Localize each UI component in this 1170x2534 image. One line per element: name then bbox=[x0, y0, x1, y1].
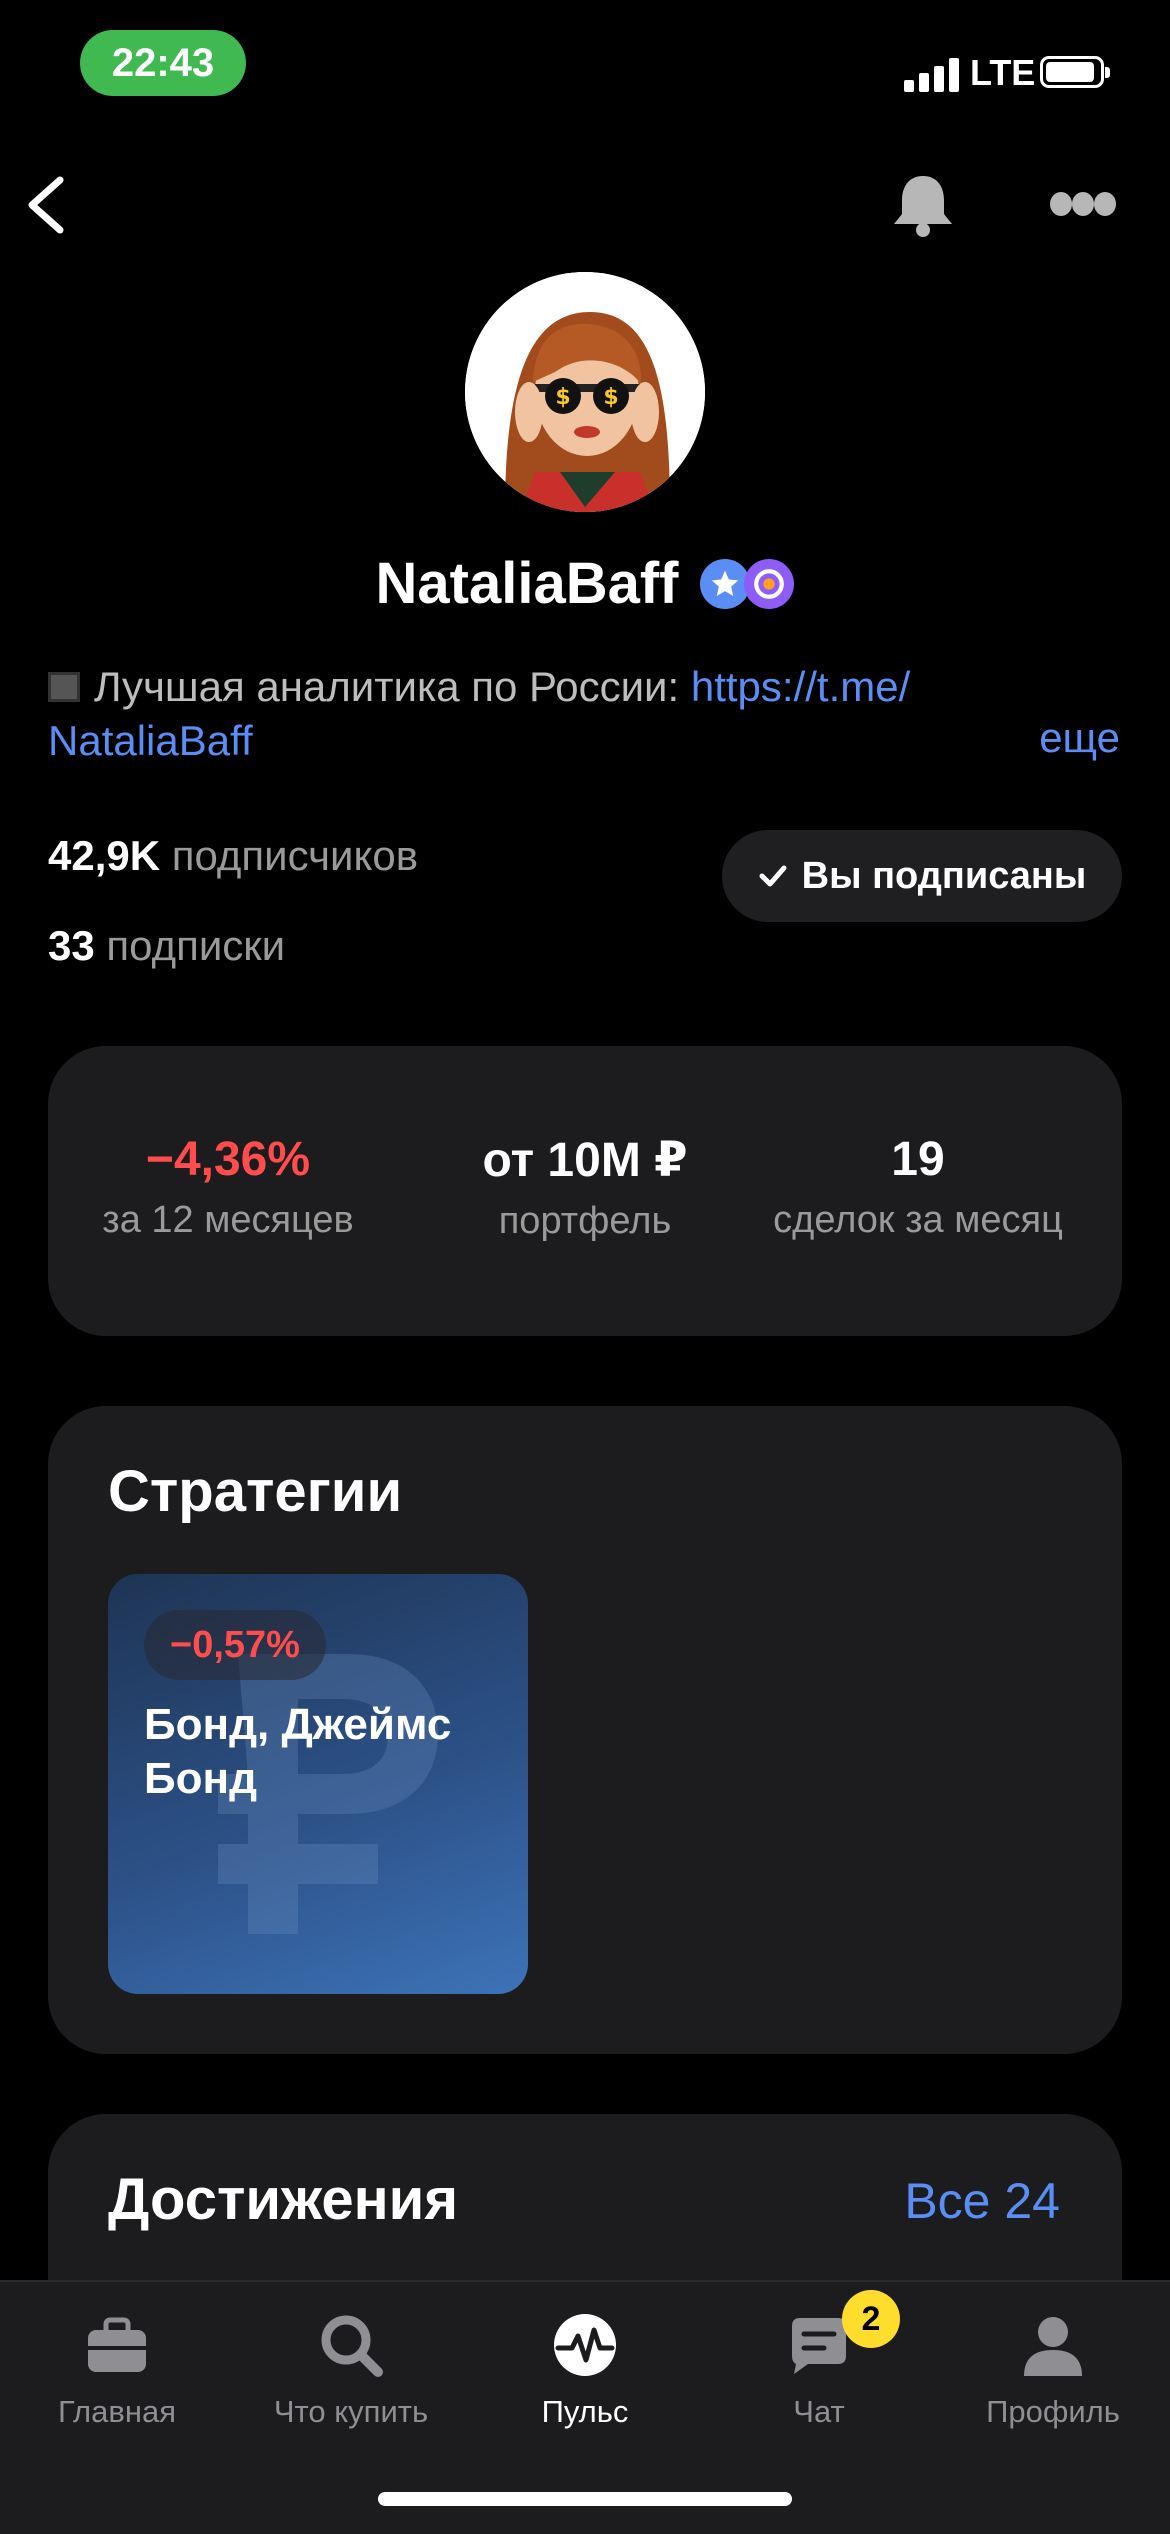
network-type: LTE bbox=[970, 52, 1036, 93]
strategies-title: Стратегии bbox=[108, 1459, 403, 1524]
search-icon bbox=[321, 2315, 383, 2377]
checkmark-icon bbox=[759, 865, 787, 887]
following-label: подписки bbox=[94, 922, 286, 969]
username: NataliaBaff bbox=[375, 551, 679, 616]
followers-label: подписчиков bbox=[160, 832, 419, 879]
stat-yield: −4,36% за 12 месяцев bbox=[88, 1132, 368, 1242]
following-stat[interactable]: 33 подписки bbox=[48, 922, 285, 970]
following-count: 33 bbox=[48, 922, 95, 969]
back-button[interactable] bbox=[20, 170, 80, 240]
bell-icon bbox=[894, 176, 952, 237]
tab-home-label: Главная bbox=[58, 2394, 176, 2429]
chat-unread-badge: 2 bbox=[842, 2290, 900, 2348]
tab-profile[interactable]: Профиль bbox=[936, 2282, 1170, 2442]
bio-more-link[interactable]: еще bbox=[1039, 714, 1120, 762]
avatar[interactable]: $ $ bbox=[465, 272, 705, 512]
stat-portfolio-value: от 10М ₽ bbox=[482, 1134, 688, 1187]
strategy-name: Бонд, Джеймс Бонд bbox=[144, 1700, 452, 1803]
stat-yield-value: −4,36% bbox=[145, 1133, 311, 1186]
tab-pulse-label: Пульс bbox=[541, 2394, 629, 2429]
cellular-signal-icon bbox=[904, 58, 960, 92]
star-badge-icon[interactable] bbox=[700, 558, 751, 609]
stat-portfolio-label: портфель bbox=[498, 1200, 672, 1242]
battery-icon bbox=[1040, 56, 1110, 88]
svg-text:$: $ bbox=[555, 385, 570, 410]
home-indicator[interactable] bbox=[378, 2492, 792, 2506]
achievements-all-link[interactable]: Все 24 bbox=[904, 2172, 1060, 2230]
username-row: NataliaBaff bbox=[0, 550, 1170, 617]
badges bbox=[700, 558, 795, 609]
tab-what-to-buy[interactable]: Что купить bbox=[234, 2282, 468, 2442]
bio-text: Лучшая аналитика по России: bbox=[94, 663, 691, 710]
tab-chat[interactable]: 2 Чат bbox=[702, 2282, 936, 2442]
status-time: 22:43 bbox=[80, 30, 246, 96]
tab-home[interactable]: Главная bbox=[0, 2282, 234, 2442]
tab-profile-label: Профиль bbox=[986, 2394, 1120, 2429]
author-badge-icon[interactable] bbox=[744, 558, 795, 609]
strategy-change-badge: −0,57% bbox=[144, 1610, 326, 1680]
chevron-left-icon bbox=[28, 176, 64, 234]
briefcase-icon bbox=[88, 2317, 146, 2372]
avatar-illustration: $ $ bbox=[465, 272, 705, 512]
svg-text:$: $ bbox=[603, 385, 618, 410]
stat-deals-value: 19 bbox=[891, 1133, 945, 1186]
tab-chat-label: Чат bbox=[793, 2394, 845, 2429]
stat-portfolio: от 10М ₽ портфель bbox=[428, 1132, 742, 1243]
stat-yield-label: за 12 месяцев bbox=[102, 1199, 354, 1241]
stat-deals: 19 сделок за месяц bbox=[748, 1132, 1088, 1242]
subscribed-label: Вы подписаны bbox=[801, 854, 1087, 897]
more-button[interactable] bbox=[1048, 184, 1118, 224]
strategies-card: Стратегии −0,57% Бонд, Джеймс Бонд bbox=[48, 1406, 1122, 2054]
profile-icon bbox=[1024, 2317, 1082, 2376]
bio-link-continued[interactable]: NataliaBaff bbox=[48, 717, 253, 764]
achievements-title: Достижения bbox=[108, 2167, 459, 2232]
followers-count: 42,9K bbox=[48, 832, 161, 879]
stat-deals-label: сделок за месяц bbox=[773, 1199, 1063, 1241]
bio-emoji-icon bbox=[48, 671, 80, 702]
notifications-button[interactable] bbox=[890, 170, 956, 240]
bio-link[interactable]: https://t.me/ bbox=[691, 663, 910, 710]
tab-pulse[interactable]: Пульс bbox=[468, 2282, 702, 2442]
tab-what-to-buy-label: Что купить bbox=[273, 2394, 429, 2429]
followers-stat[interactable]: 42,9K подписчиков bbox=[48, 832, 418, 880]
pulse-icon bbox=[554, 2314, 616, 2376]
strategy-tile[interactable]: −0,57% Бонд, Джеймс Бонд bbox=[108, 1574, 528, 1994]
subscribed-button[interactable]: Вы подписаны bbox=[722, 830, 1122, 922]
bio: Лучшая аналитика по России: https://t.me… bbox=[48, 660, 1122, 768]
more-icon bbox=[1050, 192, 1116, 216]
stats-card: −4,36% за 12 месяцев от 10М ₽ портфель 1… bbox=[48, 1046, 1122, 1336]
